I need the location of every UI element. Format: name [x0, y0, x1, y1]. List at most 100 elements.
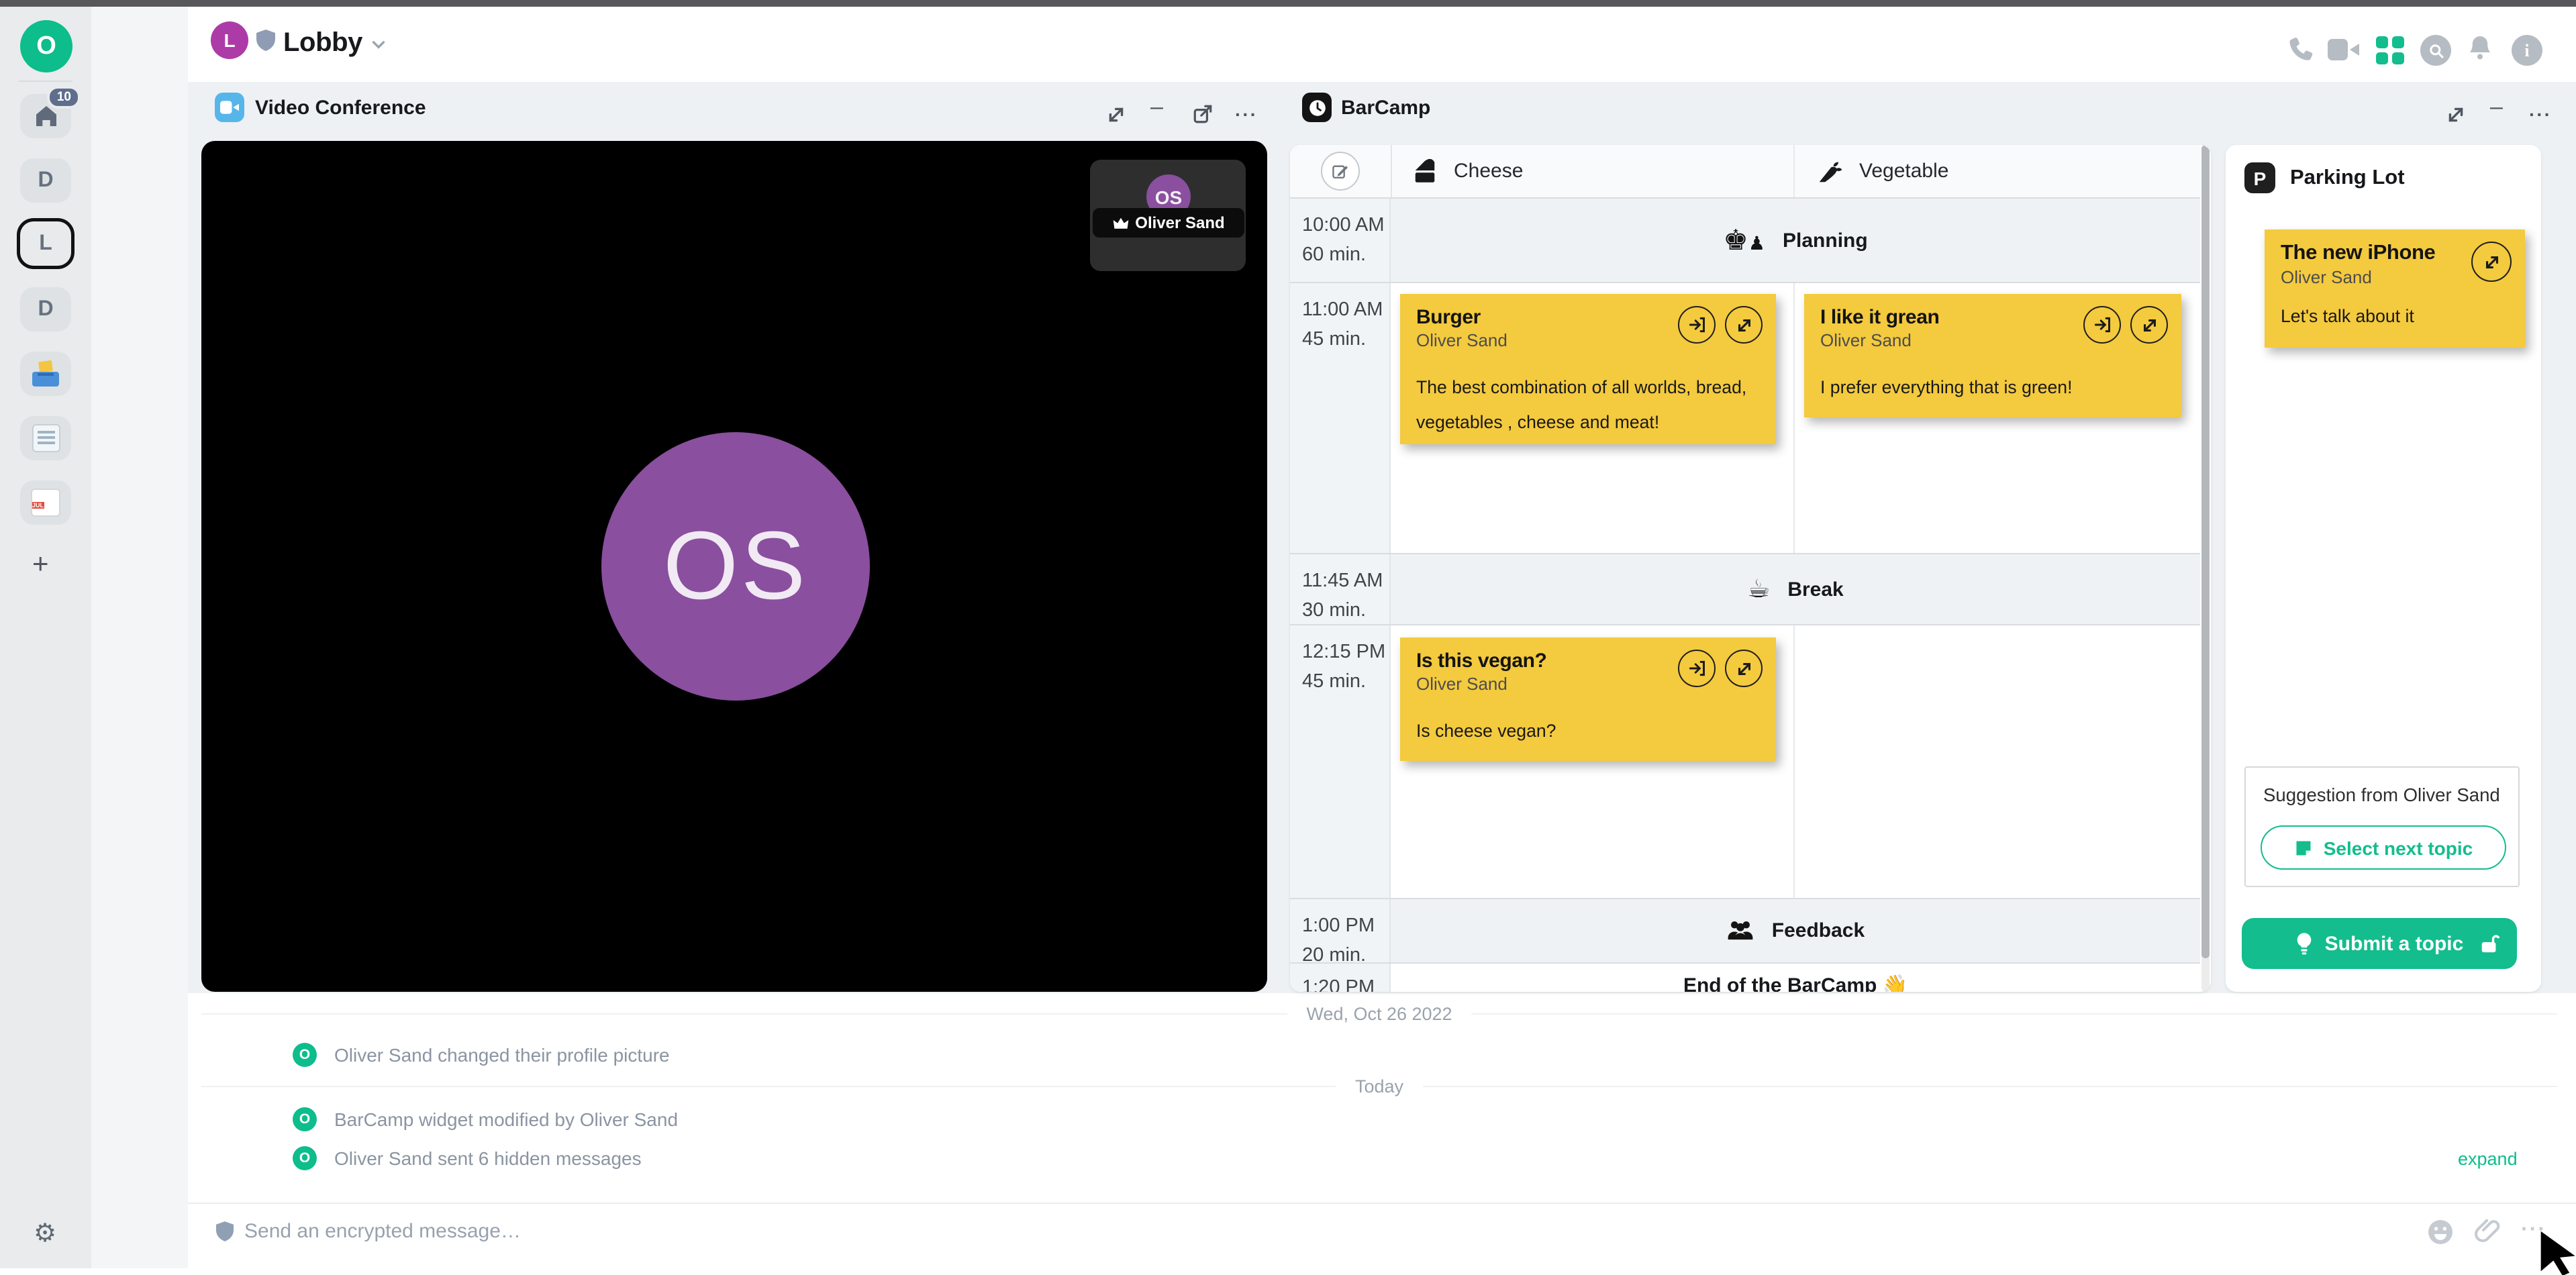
room-menu-chevron-icon[interactable] [372, 40, 385, 50]
event-avatar: O [293, 1146, 317, 1170]
sign-in-icon [1687, 315, 1706, 334]
session-time: 1:20 PM [1302, 973, 1389, 992]
video-call-icon[interactable] [2328, 38, 2360, 62]
video-widget-popout-icon[interactable] [1192, 103, 1213, 125]
attachment-paperclip-icon[interactable] [2474, 1217, 2501, 1245]
track-column-header-vegetable: Vegetable [1795, 145, 2197, 197]
date-separator: Wed, Oct 26 2022 [201, 1003, 2557, 1025]
barcamp-schedule-grid: Cheese Vegetable 10:00 AM 60 min. ♚♟ Pla… [1290, 145, 2211, 992]
room-info-icon[interactable]: i [2512, 35, 2542, 66]
event-text: Oliver Sand sent 6 hidden messages [334, 1148, 642, 1169]
timeline-event-widget-modified[interactable]: O BarCamp widget modified by Oliver Sand [293, 1107, 678, 1131]
expand-note-button[interactable] [1725, 306, 1763, 344]
timeline-event-hidden-messages[interactable]: O Oliver Sand sent 6 hidden messages [293, 1146, 642, 1170]
barcamp-widget-icon [1302, 93, 1332, 122]
column-label: Cheese [1454, 160, 1523, 183]
expand-note-button[interactable] [2130, 306, 2168, 344]
settings-gear-icon[interactable]: ⚙ [34, 1219, 56, 1250]
notifications-bell-icon[interactable] [2467, 35, 2493, 63]
video-widget-maximise-icon[interactable] [1106, 105, 1126, 125]
space-button-l-selected[interactable]: L [20, 221, 71, 266]
session-row-planning: 10:00 AM 60 min. ♚♟ Planning [1290, 197, 2200, 283]
crown-icon [1112, 216, 1128, 230]
space-button-notepad[interactable] [20, 416, 71, 460]
note-body: The best combination of all worlds, brea… [1416, 370, 1760, 439]
suggestion-box: Suggestion from Oliver Sand Select next … [2244, 766, 2520, 887]
message-input[interactable]: Send an encrypted message… [244, 1220, 521, 1243]
row-time: 12:15 PM [1302, 638, 1389, 668]
barcamp-widget-options-icon[interactable]: ··· [2529, 103, 2552, 125]
voice-call-icon[interactable] [2286, 36, 2314, 64]
move-to-parking-button[interactable] [1678, 306, 1716, 344]
edit-schedule-button[interactable] [1321, 152, 1360, 191]
composer-divider [188, 1203, 2576, 1204]
home-space-button[interactable]: 10 [20, 94, 71, 138]
barcamp-widget-maximise-icon[interactable] [2446, 105, 2466, 125]
expand-icon [2140, 316, 2158, 334]
note-body: Is cheese vegan? [1416, 714, 1760, 748]
expand-note-button[interactable] [1725, 650, 1763, 687]
row-duration: 45 min. [1302, 668, 1389, 698]
note-body: I prefer everything that is green! [1820, 370, 2165, 405]
select-next-topic-label: Select next topic [2324, 837, 2473, 858]
parking-lot-panel: P Parking Lot The new iPhone Oliver Sand… [2226, 145, 2541, 992]
parking-note-iphone[interactable]: The new iPhone Oliver Sand Let's talk ab… [2265, 230, 2525, 348]
emoji-picker-icon[interactable] [2427, 1219, 2454, 1245]
user-avatar[interactable]: O [20, 20, 72, 72]
widgets-grid-icon[interactable] [2376, 36, 2404, 64]
room-search-icon[interactable] [2420, 35, 2451, 66]
parking-lot-title: Parking Lot [2290, 166, 2405, 190]
topic-note-grean[interactable]: I like it grean Oliver Sand I prefer eve… [1804, 294, 2181, 417]
topic-note-vegan[interactable]: Is this vegan? Oliver Sand Is cheese veg… [1400, 638, 1776, 761]
app-window: O 10 D L D JUL 17 + ⚙ [0, 0, 2576, 1268]
timeline-event-profile[interactable]: O Oliver Sand changed their profile pict… [293, 1043, 670, 1067]
session-label: Feedback [1772, 919, 1865, 942]
video-widget-title: Video Conference [255, 97, 426, 119]
move-to-parking-button[interactable] [1678, 650, 1716, 687]
pip-nameplate: Oliver Sand [1093, 208, 1244, 238]
select-next-topic-button[interactable]: Select next topic [2261, 825, 2506, 870]
people-icon [1726, 919, 1754, 942]
session-time: 11:45 AM [1302, 566, 1389, 597]
space-button-calendar[interactable]: JUL 17 [20, 480, 71, 525]
video-widget-options-icon[interactable]: ··· [1235, 103, 1258, 125]
pip-participant-name: Oliver Sand [1135, 213, 1224, 232]
sign-in-icon [2093, 315, 2112, 334]
row-duration: 45 min. [1302, 325, 1389, 356]
session-label: End of the BarCamp 👋 [1391, 973, 2200, 992]
today-separator: Today [201, 1075, 2557, 1098]
divider [19, 81, 72, 82]
grid-scrollbar-thumb[interactable] [2201, 145, 2210, 958]
room-name[interactable]: Lobby [283, 28, 362, 59]
add-space-button[interactable]: + [32, 549, 49, 581]
barcamp-widget-minimise-icon[interactable]: – [2490, 94, 2503, 121]
expand-note-button[interactable] [2471, 242, 2512, 282]
chess-icon: ♚♟ [1723, 223, 1765, 257]
space-button-d2[interactable]: D [20, 287, 71, 332]
event-avatar: O [293, 1043, 317, 1067]
event-avatar: O [293, 1107, 317, 1131]
session-label: Planning [1783, 229, 1868, 252]
space-button-ballot[interactable] [20, 352, 71, 396]
spaces-rail: O 10 D L D JUL 17 + ⚙ [0, 7, 91, 1268]
barcamp-widget-title: BarCamp [1341, 97, 1430, 119]
edit-pencil-icon [1332, 162, 1349, 180]
submit-topic-button[interactable]: Submit a topic [2242, 918, 2517, 969]
topic-note-burger[interactable]: Burger Oliver Sand The best combination … [1400, 294, 1776, 444]
session-duration: 30 min. [1302, 597, 1389, 627]
row-time: 11:00 AM [1302, 295, 1389, 325]
video-widget-minimise-icon[interactable]: – [1150, 94, 1163, 121]
session-duration: 60 min. [1302, 241, 1389, 271]
date-separator-label: Wed, Oct 26 2022 [1306, 1004, 1452, 1024]
move-to-parking-button[interactable] [2083, 306, 2121, 344]
sticky-note-icon [2294, 838, 2313, 857]
event-text: Oliver Sand changed their profile pictur… [334, 1044, 670, 1066]
room-list-rail: … + … + B C C E I I L T [91, 7, 188, 1268]
room-header-avatar[interactable]: L [211, 21, 248, 59]
expand-events-link[interactable]: expand [2458, 1149, 2518, 1169]
session-row-feedback: 1:00 PM 20 min. Feedback [1290, 898, 2200, 964]
track-column-header-cheese: Cheese [1391, 145, 1793, 197]
expand-icon [2483, 253, 2500, 270]
space-button-d1[interactable]: D [20, 158, 71, 203]
submit-topic-label: Submit a topic [2325, 932, 2464, 955]
